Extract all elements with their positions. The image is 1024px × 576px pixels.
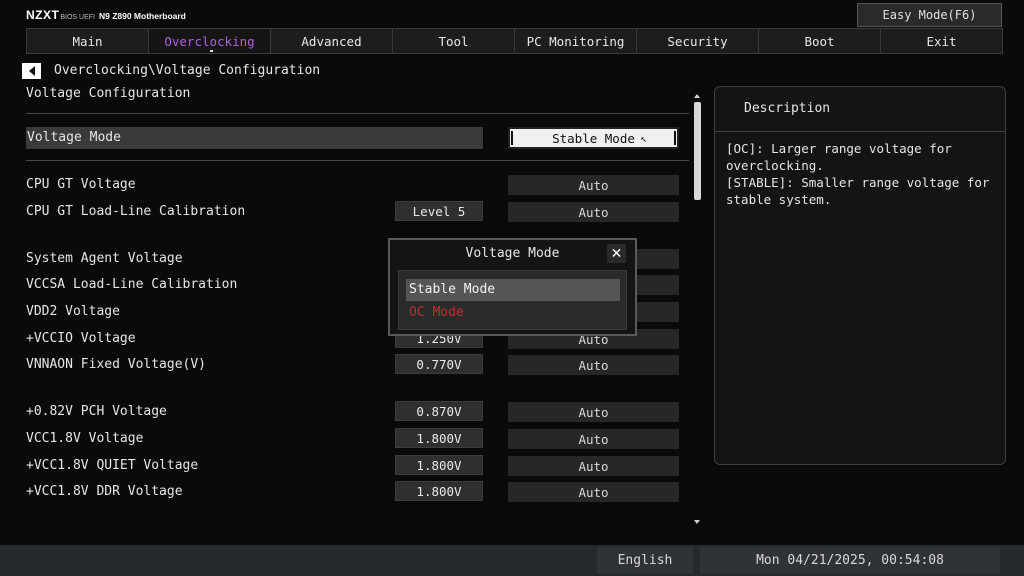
setting-row-voltage-mode[interactable]: Voltage Mode Stable Mode ↖ [26,127,679,149]
tab-main[interactable]: Main [26,28,148,54]
scroll-down-arrow-icon[interactable] [694,520,700,524]
settings-scrollbar[interactable] [693,94,702,524]
brand-header: NZXTBIOS UEFI N9 Z890 Motherboard [26,7,186,22]
setting-label: VCCSA Load-Line Calibration [26,277,238,292]
mouse-cursor-icon: ↖ [640,132,647,145]
brand-logo: NZXT [26,8,60,22]
popup-option-stable-mode[interactable]: Stable Mode [406,279,620,301]
scroll-thumb[interactable] [694,102,701,200]
setting-label: +VCC1.8V DDR Voltage [26,484,183,499]
setting-label: CPU GT Load-Line Calibration [26,204,246,219]
cpu-gt-voltage-option[interactable]: Auto [508,175,679,195]
setting-row-vcc18-quiet-voltage[interactable]: +VCC1.8V QUIET Voltage 1.800V Auto [26,455,679,477]
description-title: Description [744,101,831,116]
current-value-chip: 1.800V [395,428,483,448]
setting-row-vcc18-ddr-voltage[interactable]: +VCC1.8V DDR Voltage 1.800V Auto [26,481,679,503]
description-text: [OC]: Larger range voltage for overclock… [726,141,990,207]
voltage-mode-popup: Voltage Mode ✕ Stable Mode OC Mode [388,238,637,336]
setting-label: CPU GT Voltage [26,177,136,192]
easy-mode-button[interactable]: Easy Mode(F6) [857,3,1002,27]
setting-row-cpu-gt-llc[interactable]: CPU GT Load-Line Calibration Level 5 Aut… [26,201,679,223]
back-button[interactable] [22,63,41,79]
tab-exit[interactable]: Exit [880,28,1003,54]
tab-pc-monitoring[interactable]: PC Monitoring [514,28,636,54]
vcc18-quiet-voltage-option[interactable]: Auto [508,456,679,476]
main-tab-bar: Main Overclocking Advanced Tool PC Monit… [26,28,1003,54]
tab-tool[interactable]: Tool [392,28,514,54]
current-value-chip: 0.870V [395,401,483,421]
tab-advanced[interactable]: Advanced [270,28,392,54]
popup-option-oc-mode[interactable]: OC Mode [406,302,620,324]
breadcrumb: Overclocking\Voltage Configuration [54,63,321,78]
setting-label: +0.82V PCH Voltage [26,404,167,419]
option-value: Stable Mode [552,130,635,146]
setting-row-pch-voltage[interactable]: +0.82V PCH Voltage 0.870V Auto [26,401,679,423]
current-value-chip: 1.800V [395,455,483,475]
description-panel: Description [OC]: Larger range voltage f… [714,86,1006,465]
cpu-gt-llc-option[interactable]: Auto [508,202,679,222]
scroll-up-arrow-icon[interactable] [694,94,700,98]
voltage-mode-option-button[interactable]: Stable Mode ↖ [508,127,679,149]
setting-row-vcc18-voltage[interactable]: VCC1.8V Voltage 1.800V Auto [26,428,679,450]
setting-label: Voltage Mode [26,127,483,149]
divider [26,113,689,114]
back-arrow-icon [28,66,35,76]
pch-voltage-option[interactable]: Auto [508,402,679,422]
setting-row-vnnaon-voltage[interactable]: VNNAON Fixed Voltage(V) 0.770V Auto [26,354,679,376]
motherboard-model: N9 Z890 Motherboard [98,11,186,21]
vcc18-ddr-voltage-option[interactable]: Auto [508,482,679,502]
current-value-chip: 1.800V [395,481,483,501]
description-divider [715,131,1005,132]
bios-label: BIOS UEFI [60,14,95,21]
close-icon[interactable]: ✕ [607,244,626,263]
setting-label: VDD2 Voltage [26,304,120,319]
current-value-chip: 0.770V [395,354,483,374]
date-time-display: Mon 04/21/2025, 00:54:08 [700,547,1000,574]
popup-title: Voltage Mode [465,246,560,261]
tab-security[interactable]: Security [636,28,758,54]
current-value-chip: Level 5 [395,201,483,221]
vnnaon-voltage-option[interactable]: Auto [508,355,679,375]
vcc18-voltage-option[interactable]: Auto [508,429,679,449]
section-title: Voltage Configuration [26,86,191,101]
setting-row-cpu-gt-voltage[interactable]: CPU GT Voltage Auto [26,174,679,196]
setting-label: VCC1.8V Voltage [26,431,144,446]
popup-option-list: Stable Mode OC Mode [398,270,627,330]
setting-label: +VCCIO Voltage [26,331,136,346]
setting-label: System Agent Voltage [26,251,183,266]
language-selector[interactable]: English [597,547,693,574]
setting-label: VNNAON Fixed Voltage(V) [26,357,207,372]
divider [26,160,689,161]
tab-boot[interactable]: Boot [758,28,880,54]
setting-label: +VCC1.8V QUIET Voltage [26,458,199,473]
tab-overclocking[interactable]: Overclocking [148,28,270,54]
